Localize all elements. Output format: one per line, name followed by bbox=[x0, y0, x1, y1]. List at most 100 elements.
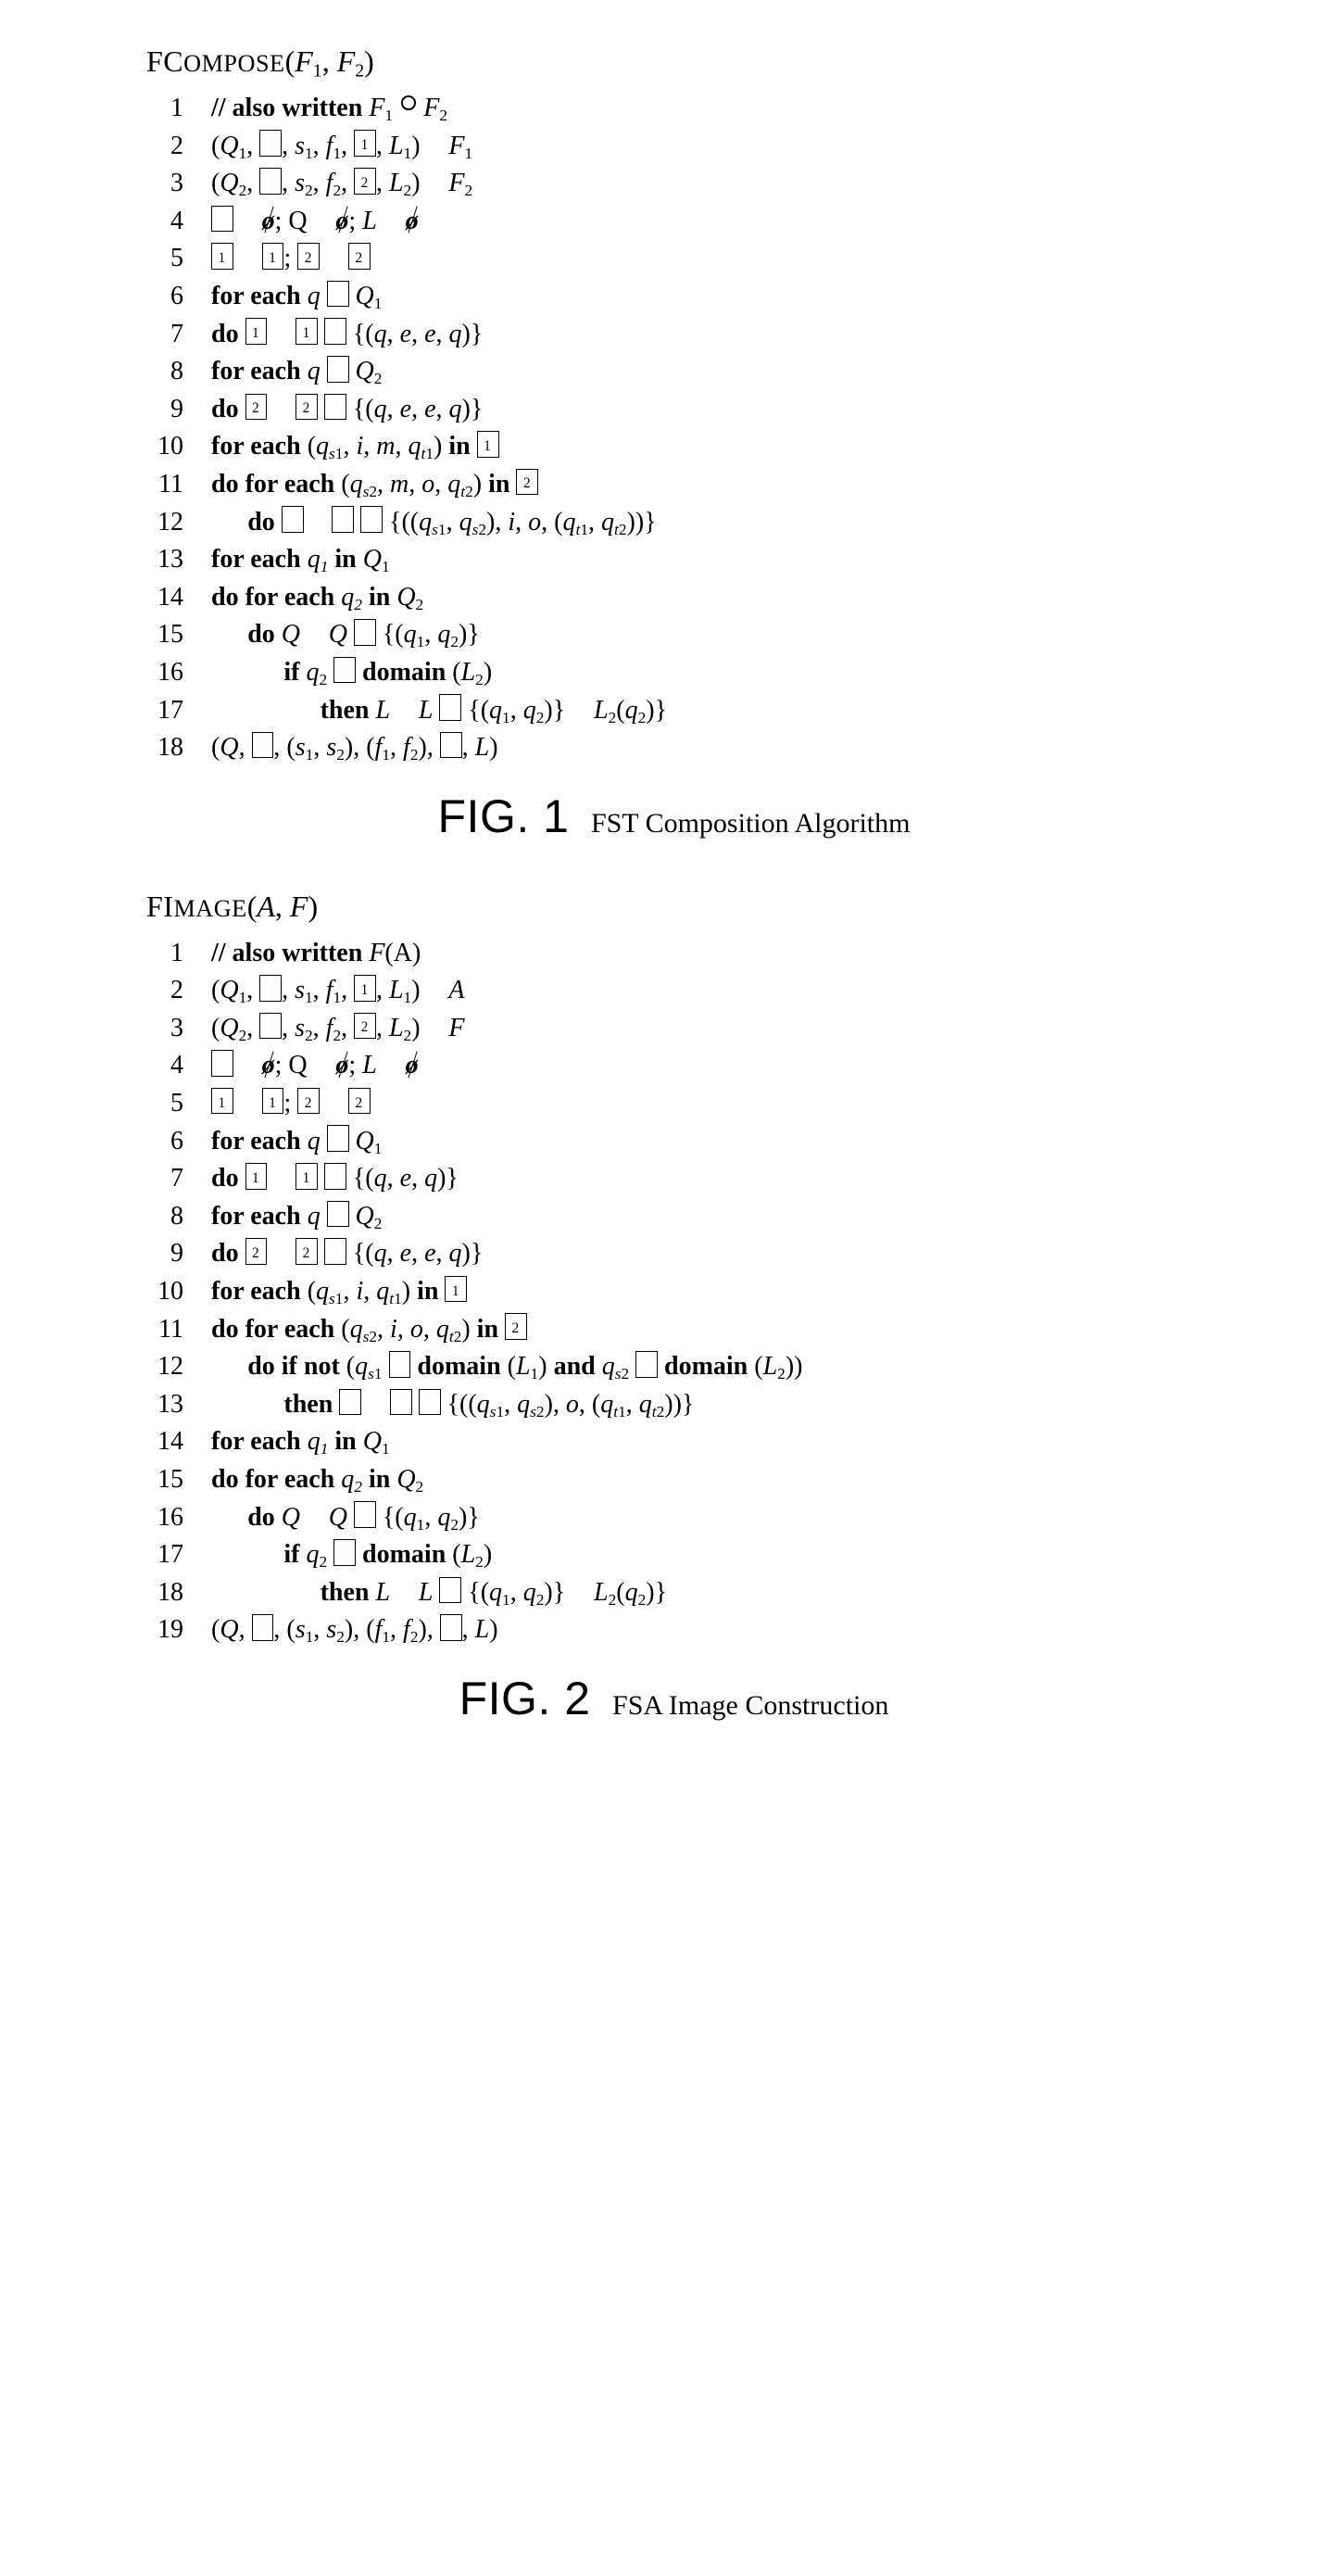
code-line: 4ø; Qø; Lø bbox=[63, 1047, 1285, 1085]
code-line: 12do if not (qs1 domain (L1) and qs2 dom… bbox=[63, 1348, 1285, 1386]
code-line: 14do for each q2 in Q2 bbox=[63, 579, 1285, 617]
line-number: 14 bbox=[119, 1423, 211, 1461]
line-number: 18 bbox=[119, 1574, 211, 1612]
line-number: 8 bbox=[119, 1198, 211, 1236]
code-content: for each q Q2 bbox=[211, 1198, 1285, 1236]
box-icon bbox=[211, 1050, 233, 1077]
box-icon bbox=[354, 1501, 376, 1528]
code-content: for each q Q1 bbox=[211, 278, 1285, 316]
code-line: 6for each q Q1 bbox=[63, 278, 1285, 316]
code-line: 3(Q2, , s2, f2, 2, L2)F bbox=[63, 1010, 1285, 1048]
line-number: 12 bbox=[119, 1348, 211, 1386]
code-content: do 22 {(q, e, e, q)} bbox=[211, 1235, 1285, 1273]
code-content: if q2 domain (L2) bbox=[211, 654, 1285, 692]
code-line: 7do 11 {(q, e, q)} bbox=[63, 1160, 1285, 1198]
line-number: 7 bbox=[119, 1160, 211, 1198]
code-content: for each (qs1, i, qt1) in 1 bbox=[211, 1273, 1285, 1311]
code-line: 18(Q, , (s1, s2), (f1, f2), , L) bbox=[63, 729, 1285, 767]
line-number: 17 bbox=[119, 692, 211, 730]
box-icon bbox=[211, 206, 233, 233]
code-line: 15do for each q2 in Q2 bbox=[63, 1461, 1285, 1499]
code-line: 14for each q1 in Q1 bbox=[63, 1423, 1285, 1461]
code-line: 11do for each (qs2, i, o, qt2) in 2 bbox=[63, 1311, 1285, 1349]
line-number: 18 bbox=[119, 729, 211, 767]
code-line: 2(Q1, , s1, f1, 1, L1)A bbox=[63, 972, 1285, 1010]
fig2-arg-b: F bbox=[290, 890, 308, 923]
fig2-title-prefix: FI bbox=[146, 890, 173, 923]
code-line: 4ø; Qø; Lø bbox=[63, 203, 1285, 241]
code-content: do QQ {(q1, q2)} bbox=[211, 616, 1285, 654]
code-content: for each (qs1, i, m, qt1) in 1 bbox=[211, 428, 1285, 466]
line-number: 6 bbox=[119, 1123, 211, 1161]
code-content: (Q2, , s2, f2, 2, L2)F bbox=[211, 1010, 1285, 1048]
fig2-caption: FIG. 2 FSA Image Construction bbox=[63, 1672, 1285, 1725]
code-content: for each q Q1 bbox=[211, 1123, 1285, 1161]
fig2-arg-a: A bbox=[257, 890, 275, 923]
code-line: 16do QQ {(q1, q2)} bbox=[63, 1499, 1285, 1537]
code-content: then {((qs1, qs2), o, (qt1, qt2))} bbox=[211, 1386, 1285, 1424]
line-number: 9 bbox=[119, 391, 211, 429]
code-line: 8for each q Q2 bbox=[63, 353, 1285, 391]
line-number: 2 bbox=[119, 972, 211, 1010]
code-line: 1// also written F(A) bbox=[63, 935, 1285, 973]
fig1-fn-title: FCOMPOSE(F1, F2) bbox=[146, 44, 1285, 79]
figure-1: FCOMPOSE(F1, F2) 1// also written F1 F2 … bbox=[63, 44, 1285, 843]
line-number: 6 bbox=[119, 278, 211, 316]
box-icon bbox=[259, 130, 282, 157]
box-icon bbox=[327, 356, 349, 383]
line-number: 15 bbox=[119, 1461, 211, 1499]
code-content: for each q1 in Q1 bbox=[211, 541, 1285, 579]
code-line: 8for each q Q2 bbox=[63, 1198, 1285, 1236]
code-content: then LL {(q1, q2)}L2(q2)} bbox=[211, 692, 1285, 730]
fig1-arg-a: F bbox=[295, 44, 313, 78]
code-line: 1// also written F1 F2 bbox=[63, 90, 1285, 128]
line-number: 12 bbox=[119, 504, 211, 542]
code-line: 16if q2 domain (L2) bbox=[63, 654, 1285, 692]
box-icon bbox=[333, 1539, 356, 1566]
code-content: do if not (qs1 domain (L1) and qs2 domai… bbox=[211, 1348, 1285, 1386]
box-icon bbox=[439, 694, 461, 721]
box-icon bbox=[354, 619, 376, 646]
line-number: 15 bbox=[119, 616, 211, 654]
fig1-arg-b: F bbox=[337, 44, 356, 78]
code-line: 13for each q1 in Q1 bbox=[63, 541, 1285, 579]
code-line: 11do for each (qs2, m, o, qt2) in 2 bbox=[63, 466, 1285, 504]
code-content: do QQ {(q1, q2)} bbox=[211, 1499, 1285, 1537]
code-line: 15do QQ {(q1, q2)} bbox=[63, 616, 1285, 654]
box-icon bbox=[252, 1614, 274, 1641]
line-number: 13 bbox=[119, 541, 211, 579]
line-number: 4 bbox=[119, 1047, 211, 1085]
fig2-title-rest: MAGE bbox=[173, 895, 246, 922]
box-icon bbox=[282, 506, 304, 533]
box-icon bbox=[252, 732, 274, 759]
line-number: 4 bbox=[119, 203, 211, 241]
line-number: 11 bbox=[119, 1311, 211, 1349]
code-line: 511; 22 bbox=[63, 240, 1285, 278]
box-icon bbox=[327, 1201, 349, 1228]
line-number: 8 bbox=[119, 353, 211, 391]
line-number: 1 bbox=[119, 90, 211, 128]
code-line: 18then LL {(q1, q2)}L2(q2)} bbox=[63, 1574, 1285, 1612]
code-content: (Q, , (s1, s2), (f1, f2), , L) bbox=[211, 729, 1285, 767]
box-icon bbox=[327, 1125, 349, 1152]
code-content: do for each (qs2, i, o, qt2) in 2 bbox=[211, 1311, 1285, 1349]
code-content: (Q2, , s2, f2, 2, L2)F2 bbox=[211, 165, 1285, 203]
code-line: 13then {((qs1, qs2), o, (qt1, qt2))} bbox=[63, 1386, 1285, 1424]
box-icon bbox=[440, 732, 462, 759]
line-number: 19 bbox=[119, 1611, 211, 1649]
code-line: 3(Q2, , s2, f2, 2, L2)F2 bbox=[63, 165, 1285, 203]
code-content: do for each q2 in Q2 bbox=[211, 1461, 1285, 1499]
box-icon bbox=[327, 281, 349, 308]
code-content: ø; Qø; Lø bbox=[211, 203, 1285, 241]
code-content: do {((qs1, qs2), i, o, (qt1, qt2))} bbox=[211, 504, 1285, 542]
box-icon bbox=[259, 975, 282, 1002]
line-number: 2 bbox=[119, 128, 211, 166]
code-content: then LL {(q1, q2)}L2(q2)} bbox=[211, 1574, 1285, 1612]
box-icon bbox=[440, 1614, 462, 1641]
code-content: (Q1, , s1, f1, 1, L1)F1 bbox=[211, 128, 1285, 166]
box-icon bbox=[333, 657, 356, 684]
box-icon bbox=[390, 1389, 412, 1416]
code-content: 11; 22 bbox=[211, 240, 1285, 278]
line-number: 5 bbox=[119, 1085, 211, 1123]
code-content: for each q Q2 bbox=[211, 353, 1285, 391]
